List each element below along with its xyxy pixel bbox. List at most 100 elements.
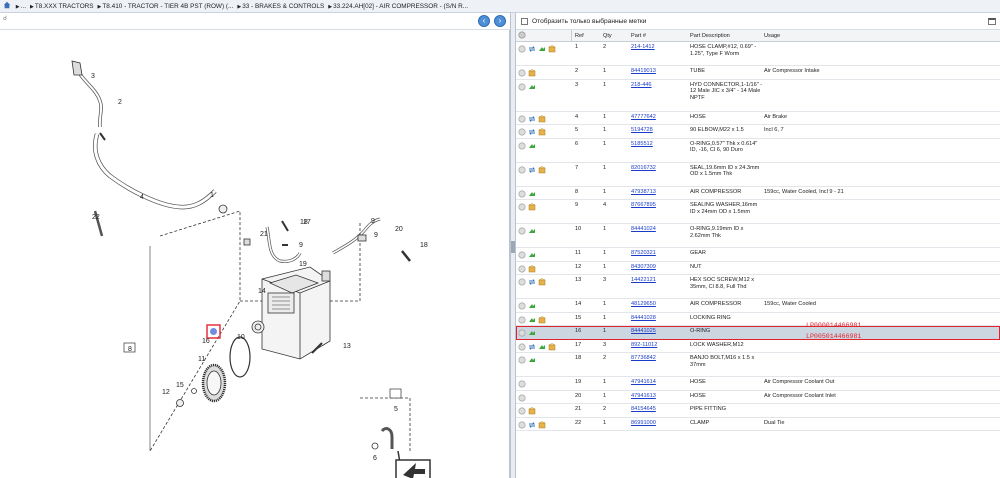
breadcrumb-item[interactable]: T8.XXX TRACTORS	[35, 3, 94, 10]
cart-icon[interactable]	[538, 128, 546, 136]
maximize-icon[interactable]	[988, 17, 996, 25]
part-number-link[interactable]: 47941613	[631, 393, 689, 400]
info-icon[interactable]	[518, 356, 526, 364]
part-number-link[interactable]: 87520321	[631, 250, 689, 257]
part-number-link[interactable]: 47938713	[631, 189, 689, 196]
substitute-icon[interactable]	[528, 343, 536, 351]
part-number-link[interactable]: 84307309	[631, 264, 689, 271]
part-number-link[interactable]: 87667895	[631, 202, 689, 209]
info-icon[interactable]	[518, 165, 526, 174]
substitute-icon[interactable]	[528, 115, 536, 123]
info-icon[interactable]	[518, 302, 526, 310]
table-row[interactable]: 4 1 47777642 HOSE Air Brake	[516, 112, 1000, 125]
availability-icon[interactable]	[528, 190, 536, 198]
home-icon[interactable]	[3, 1, 11, 9]
info-icon[interactable]	[518, 264, 526, 273]
part-number-link[interactable]: 47777642	[631, 114, 689, 121]
info-icon[interactable]	[518, 342, 526, 351]
cart-icon[interactable]	[528, 407, 536, 415]
cart-icon[interactable]	[548, 45, 556, 53]
table-row[interactable]: 11 1 87520321 GEAR	[516, 248, 1000, 262]
part-number-link[interactable]: 48129650	[631, 301, 689, 308]
table-row[interactable]: 7 1 82016732 SEAL,19.6mm ID x 24.3mm OD x 1…	[516, 163, 1000, 187]
part-number-link[interactable]: 5185512	[631, 141, 689, 148]
info-icon[interactable]	[518, 315, 526, 324]
info-icon[interactable]	[518, 251, 526, 259]
info-icon[interactable]	[518, 227, 526, 235]
availability-icon[interactable]	[528, 142, 536, 150]
info-icon[interactable]	[518, 69, 526, 77]
pin-icon[interactable]: ☌	[3, 15, 7, 22]
info-icon[interactable]	[518, 114, 526, 123]
availability-icon[interactable]	[528, 227, 536, 235]
cart-icon[interactable]	[538, 165, 546, 174]
table-row[interactable]: 3 1 218-446 HYD CONNECTOR,1-1/16" - 12 Male…	[516, 80, 1000, 112]
cart-icon[interactable]	[548, 342, 556, 351]
cart-icon[interactable]	[538, 114, 546, 123]
header-ref[interactable]: Ref	[575, 30, 601, 42]
info-icon[interactable]	[518, 329, 526, 337]
breadcrumb-item[interactable]: T8.410 - TRACTOR - TIER 4B PST (ROW) (..…	[102, 3, 233, 10]
table-row[interactable]: 12 1 84307309 NUT	[516, 262, 1000, 275]
table-row[interactable]: 18 2 87736842 BANJO BOLT,M16 x 1.5 x 37mm	[516, 353, 1000, 377]
header-usage[interactable]: Usage	[764, 30, 999, 42]
info-icon[interactable]	[518, 128, 526, 136]
info-icon[interactable]	[518, 82, 526, 91]
table-row[interactable]: 10 1 84441024 O-RING,9.19mm ID x 2.62mm Thk	[516, 224, 1000, 248]
previous-button[interactable]: ‹	[478, 15, 490, 27]
part-number-link[interactable]: 84441024	[631, 226, 689, 233]
cart-icon[interactable]	[538, 315, 546, 324]
header-qty[interactable]: Qty	[603, 30, 629, 42]
selected-only-checkbox[interactable]	[521, 17, 528, 25]
table-row[interactable]: 5 1 5194728 90 ELBOW,M22 x 1.5 Incl 6, 7	[516, 125, 1000, 139]
availability-icon[interactable]	[528, 302, 536, 310]
info-icon[interactable]	[518, 393, 526, 402]
breadcrumb-item[interactable]: ...	[21, 3, 26, 10]
availability-icon[interactable]	[528, 316, 536, 324]
info-icon[interactable]	[518, 380, 526, 388]
table-row[interactable]: 15 1 84441028 LOCKING RING	[516, 313, 1000, 326]
substitute-icon[interactable]	[528, 128, 536, 136]
part-number-link[interactable]: 892-11012	[631, 342, 689, 349]
table-row[interactable]: 16 1 84441025 O-RING	[516, 326, 1000, 340]
part-number-link[interactable]: 14422121	[631, 277, 689, 284]
table-row[interactable]: 17 3 892-11012 LOCK WASHER,M12	[516, 340, 1000, 353]
part-number-link[interactable]: 5194728	[631, 127, 689, 134]
table-row[interactable]: 6 1 5185512 O-RING,0.57" Thk x 0.614" ID, -…	[516, 139, 1000, 163]
substitute-icon[interactable]	[528, 278, 536, 286]
settings-icon[interactable]	[518, 31, 526, 39]
substitute-icon[interactable]	[528, 166, 536, 174]
cart-icon[interactable]	[528, 203, 536, 211]
cart-icon[interactable]	[528, 69, 536, 77]
part-number-link[interactable]: 84441025	[631, 328, 689, 335]
table-row[interactable]: 8 1 47938713 AIR COMPRESSOR 159cc, Water Coo…	[516, 187, 1000, 200]
info-icon[interactable]	[518, 141, 526, 150]
availability-icon[interactable]	[528, 83, 536, 91]
info-icon[interactable]	[518, 203, 526, 211]
info-icon[interactable]	[518, 189, 526, 198]
availability-icon[interactable]	[528, 329, 536, 337]
cart-icon[interactable]	[538, 278, 546, 286]
part-number-link[interactable]: 86991000	[631, 420, 689, 427]
info-icon[interactable]	[518, 278, 526, 286]
table-row[interactable]: 14 1 48129650 AIR COMPRESSOR 159cc, Water Co…	[516, 299, 1000, 313]
part-number-link[interactable]: 214-1412	[631, 44, 689, 51]
info-icon[interactable]	[518, 45, 526, 53]
header-part[interactable]: Part #	[631, 30, 689, 42]
availability-icon[interactable]	[528, 251, 536, 259]
availability-icon[interactable]	[528, 356, 536, 364]
availability-icon[interactable]	[538, 343, 546, 351]
table-row[interactable]: 9 4 87667895 SEALING WASHER,16mm ID x 24mm …	[516, 200, 1000, 224]
table-row[interactable]: 13 3 14422121 HEX SOC SCREW,M12 x 35mm, Cl …	[516, 275, 1000, 299]
availability-icon[interactable]	[538, 45, 546, 53]
next-button[interactable]: ›	[494, 15, 506, 27]
table-row[interactable]: 1 2 214-1412 HOSE CLAMP,#12, 0.69" - 1.25",…	[516, 42, 1000, 66]
part-number-link[interactable]: 84419013	[631, 68, 689, 75]
info-icon[interactable]	[518, 407, 526, 415]
table-row[interactable]: 20 1 47941613 HOSE Air Compressor Coolant In…	[516, 391, 1000, 404]
substitute-icon[interactable]	[528, 421, 536, 429]
part-number-link[interactable]: 84441028	[631, 315, 689, 322]
table-row[interactable]: 19 1 47941614 HOSE Air Compressor Coolant Ou…	[516, 377, 1000, 391]
cart-icon[interactable]	[528, 264, 536, 273]
header-desc[interactable]: Part Description	[690, 30, 764, 42]
